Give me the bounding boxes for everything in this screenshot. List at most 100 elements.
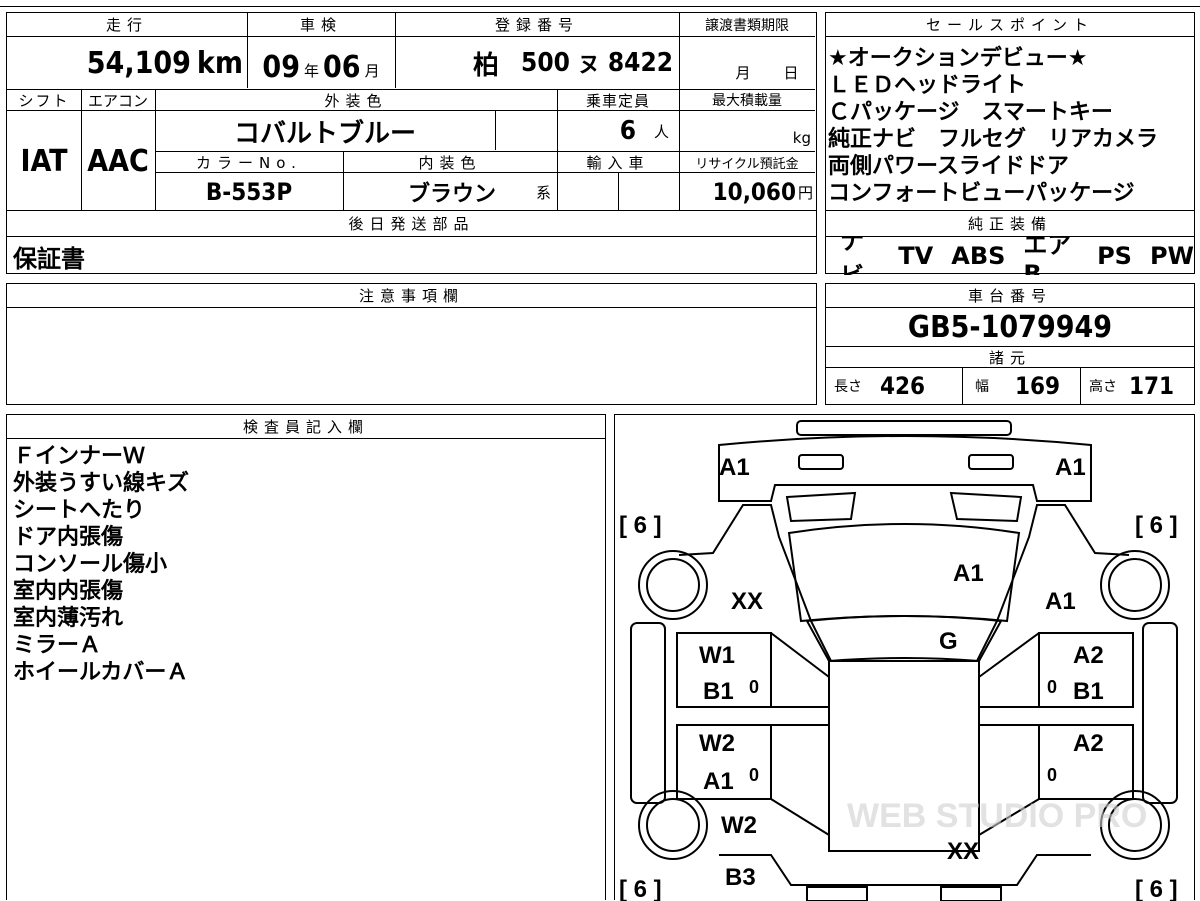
equipment-item: PW (1149, 242, 1194, 270)
capacity-header: 乗車定員 (557, 89, 679, 111)
plate-serial: 8422 (607, 48, 673, 78)
grid-line (247, 13, 248, 88)
transfer-month: 月 (735, 64, 751, 82)
mark-tire-fr: [ 6 ] (1135, 512, 1178, 539)
equipment-item: ABS (951, 242, 1006, 270)
sales-point-item: ★オークションデビュー★ (828, 46, 1088, 71)
mark-tire-rl: [ 6 ] (619, 876, 662, 901)
left-skirt-shape (630, 622, 666, 804)
grille-shape-right (949, 491, 1023, 523)
grid-line (343, 151, 344, 210)
mark-left-rear-door-2: A1 (703, 768, 734, 795)
mark-left-front-door-1: W1 (699, 642, 735, 669)
caution-panel: 注意事項欄 (6, 283, 817, 405)
transfer-value: 月 日 (679, 37, 815, 89)
inspector-note: シートへたり (13, 498, 146, 523)
aircon-value: AAC (87, 143, 149, 179)
color-no-value: B-553P (205, 178, 293, 206)
interior-color-value: ブラウン 系 (343, 173, 557, 211)
max-load-header: 最大積載量 (679, 89, 815, 111)
max-load-value: kg (679, 111, 815, 151)
mileage-number: 54,109 (86, 45, 191, 81)
top-clipped-strip (0, 0, 1200, 7)
spec-width-value: 169 (1015, 372, 1061, 400)
grid-line (618, 173, 619, 210)
rear-body-shape (719, 854, 1091, 886)
grid-line (155, 89, 156, 210)
equipment-list: ナビ TV ABS エアB PS PW (840, 237, 1194, 275)
zero-mark: 0 (1047, 677, 1057, 697)
recycle-header: リサイクル預託金 (679, 151, 815, 173)
inspector-header: 検査員記入欄 (7, 415, 605, 439)
inspector-note: ホイールカバーＡ (13, 660, 189, 685)
inspector-note: ドア内張傷 (13, 525, 124, 550)
rear-bumper-shape-right (940, 886, 1002, 901)
max-load-unit: kg (792, 129, 811, 147)
exterior-color-header: 外装色 (155, 89, 557, 111)
spec-height: 高さ 171 (1080, 368, 1194, 404)
capacity-unit: 人 (653, 122, 669, 141)
sales-points-list: ★オークションデビュー★ ＬＥＤヘッドライト Ｃパッケージ スマートキー 純正ナ… (828, 45, 1194, 210)
zero-mark: 0 (749, 765, 759, 785)
mark-front-left: A1 (719, 454, 750, 481)
aircon-header: エアコン (81, 89, 155, 111)
wheel-rl-shape (638, 790, 708, 860)
mileage-unit: km (196, 45, 243, 81)
mark-left-fender: XX (731, 588, 763, 615)
sales-point-item: コンフォートビューパッケージ (828, 181, 1135, 206)
exterior-color-value: コバルトブルー (233, 118, 416, 149)
inspector-note: ＦインナーＷ (13, 444, 146, 469)
grid-line (679, 13, 680, 210)
shaken-header: 車検 (247, 13, 395, 37)
mark-rear-roof: XX (947, 838, 979, 865)
grid-line (395, 13, 396, 88)
equipment-item: ナビ (840, 237, 864, 275)
wheel-fl-inner (646, 558, 700, 612)
inspector-note: 室内薄汚れ (13, 606, 124, 631)
mark-windshield: G (939, 628, 958, 655)
front-body-shape (718, 435, 1092, 502)
shaken-month: 06 (323, 50, 361, 85)
caution-header: 注意事項欄 (7, 284, 816, 308)
headlight-right-shape (968, 454, 1014, 470)
exterior-color-blank (495, 111, 557, 151)
mark-hood: A1 (953, 560, 984, 587)
recycle-unit: 円 (797, 183, 813, 202)
equipment-item: PS (1097, 242, 1132, 270)
right-skirt-shape (1142, 622, 1178, 804)
interior-color-name: ブラウン (407, 182, 496, 207)
car-map-panel: 0 0 0 0 A1 A1 [ 6 ] [ 6 ] XX A1 A1 G W1 … (614, 414, 1195, 901)
wheel-fr-inner (1108, 558, 1162, 612)
mileage-value: 54,109 km (7, 37, 247, 89)
import-header: 輸入車 (557, 151, 679, 173)
wheel-fr-shape (1100, 550, 1170, 620)
sales-points-panel: セールスポイント ★オークションデビュー★ ＬＥＤヘッドライト Ｃパッケージ ス… (825, 12, 1195, 211)
shift-header: シフト (7, 89, 81, 111)
import-value-left (557, 173, 618, 211)
windshield-shape (805, 615, 1003, 663)
left-side-shape (678, 504, 832, 662)
shaken-year: 09 (262, 50, 300, 85)
inspector-notes-list: ＦインナーＷ 外装うすい線キズ シートへたり ドア内張傷 コンソール傷小 室内内… (13, 443, 605, 900)
grid-line (495, 111, 496, 150)
mileage-header: 走行 (7, 13, 247, 37)
inspector-panel: 検査員記入欄 ＦインナーＷ 外装うすい線キズ シートへたり ドア内張傷 コンソー… (6, 414, 606, 900)
rear-bumper-shape (806, 886, 868, 901)
mark-right-front-door-1: A2 (1073, 642, 1104, 669)
equipment-item: TV (898, 242, 934, 270)
later-parts-value: 保証書 (13, 244, 85, 273)
interior-color-suffix: 系 (535, 183, 551, 202)
inspector-note: 室内内張傷 (13, 579, 124, 604)
specs-header: 諸元 (826, 346, 1194, 368)
plate-region: 柏 (473, 50, 500, 81)
spec-length-value: 426 (880, 372, 926, 400)
later-parts-panel: 後日発送部品 保証書 (6, 210, 817, 274)
inspector-note: コンソール傷小 (13, 552, 168, 577)
capacity-number: 6 (619, 116, 636, 146)
zero-mark: 0 (1047, 765, 1057, 785)
spec-height-label: 高さ (1089, 379, 1117, 395)
transfer-deadline-header: 譲渡書類期限 (679, 13, 815, 37)
inspector-note: 外装うすい線キズ (13, 471, 190, 496)
spec-width: 幅 169 (962, 368, 1080, 404)
sales-point-item: 純正ナビ フルセグ リアカメラ (828, 127, 1159, 152)
